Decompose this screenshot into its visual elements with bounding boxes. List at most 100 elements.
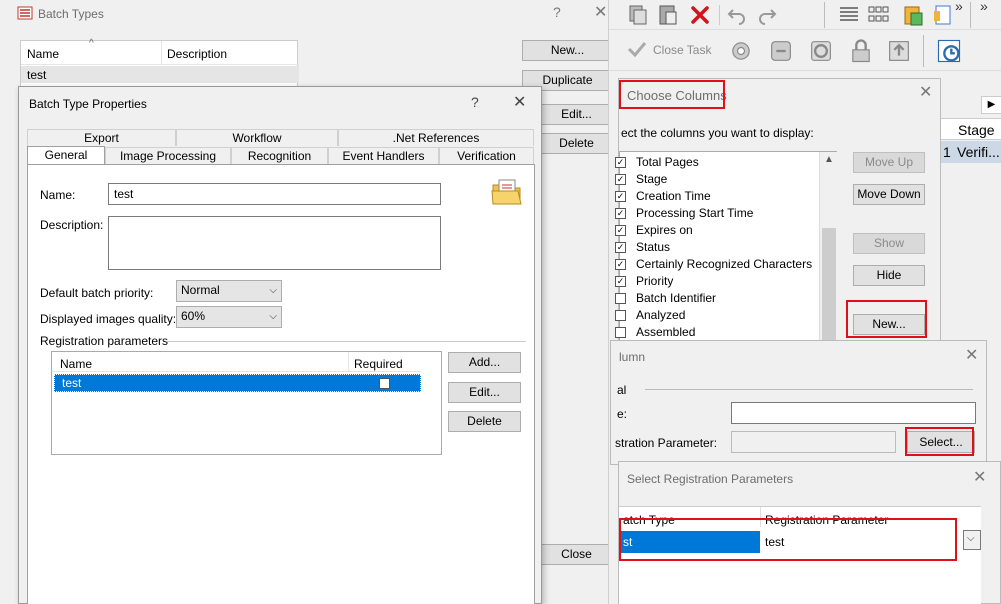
list-item[interactable]: ✓ Stage — [615, 171, 818, 188]
help-button[interactable]: ? — [553, 4, 561, 20]
process-icon[interactable] — [767, 37, 795, 65]
column-checkbox[interactable] — [615, 327, 626, 338]
table-row[interactable]: st test — [619, 531, 981, 553]
list-item[interactable]: Assembled — [615, 324, 818, 341]
move-up-button[interactable]: Move Up — [853, 152, 925, 173]
settings-gear-icon[interactable] — [727, 37, 755, 65]
column-header-name[interactable]: Name — [27, 47, 59, 61]
column-header-description[interactable]: Description — [167, 47, 227, 61]
help-button[interactable]: ? — [471, 94, 479, 110]
schedule-clock-icon[interactable] — [935, 37, 963, 65]
group-divider — [645, 389, 973, 390]
tab-verification[interactable]: Verification — [439, 147, 534, 164]
column-checkbox[interactable] — [615, 310, 626, 321]
table-row[interactable]: test — [21, 66, 299, 83]
column-checkbox[interactable]: ✓ — [615, 225, 626, 236]
list-item[interactable]: ✓ Expires on — [615, 222, 818, 239]
list-item[interactable]: Analyzed — [615, 307, 818, 324]
row-reg-param[interactable]: test — [765, 535, 784, 549]
description-textarea[interactable] — [108, 216, 441, 270]
column-checkbox[interactable]: ✓ — [615, 242, 626, 253]
close-icon[interactable]: ✕ — [919, 85, 932, 101]
clipboard-icon[interactable] — [901, 3, 925, 27]
close-task-label[interactable]: Close Task — [653, 43, 711, 57]
tab-image-processing[interactable]: Image Processing — [105, 147, 231, 164]
toolbar-overflow-icon[interactable]: » — [955, 0, 963, 14]
column-item-label: Status — [636, 240, 671, 254]
show-button[interactable]: Show — [853, 233, 925, 254]
folder-document-icon[interactable] — [490, 177, 524, 207]
list-item[interactable]: ✓ Status — [615, 239, 818, 256]
column-checkbox[interactable]: ✓ — [615, 276, 626, 287]
column-checkbox[interactable] — [615, 293, 626, 304]
priority-select[interactable]: Normal ⌵ — [176, 280, 282, 302]
list-item[interactable]: Batch Identifier — [615, 290, 818, 307]
lock-icon[interactable] — [847, 37, 875, 65]
column-item-label: Creation Time — [636, 189, 711, 203]
close-button[interactable]: Close — [540, 544, 613, 565]
tab-net-references[interactable]: .Net References — [338, 129, 534, 146]
close-icon[interactable]: ✕ — [594, 5, 607, 21]
refresh-icon[interactable] — [807, 37, 835, 65]
scroll-up-icon[interactable]: ▲ — [824, 154, 834, 165]
toolbar-overflow-icon-2[interactable]: » — [980, 0, 988, 14]
tab-event-handlers[interactable]: Event Handlers — [328, 147, 439, 164]
close-icon[interactable]: ✕ — [973, 470, 986, 486]
column-header-name[interactable]: Name — [60, 357, 92, 371]
reg-param-dropdown-button[interactable]: ⌵ — [963, 530, 981, 550]
list-item[interactable]: ✓ Creation Time — [615, 188, 818, 205]
select-button[interactable]: Select... — [907, 431, 975, 453]
tab-general[interactable]: General — [27, 146, 105, 165]
reg-param-input[interactable] — [731, 431, 896, 453]
column-checkbox[interactable]: ✓ — [615, 174, 626, 185]
column-checkbox[interactable]: ✓ — [615, 208, 626, 219]
list-view-icon[interactable] — [837, 3, 861, 27]
quality-select[interactable]: 60% ⌵ — [176, 306, 282, 328]
required-checkbox[interactable] — [379, 378, 390, 389]
close-task-icon[interactable] — [625, 37, 649, 61]
copy-icon[interactable] — [626, 3, 650, 27]
name-input[interactable]: test — [108, 183, 441, 205]
column-checkbox[interactable]: ✓ — [615, 191, 626, 202]
column-checkbox[interactable]: ✓ — [615, 259, 626, 270]
column-header-reg-param[interactable]: Registration Parameter — [765, 513, 888, 527]
redo-icon[interactable] — [755, 3, 779, 27]
table-row[interactable]: test — [54, 374, 421, 392]
column-header-required[interactable]: Required — [354, 357, 403, 371]
move-down-button[interactable]: Move Down — [853, 184, 925, 205]
table-row[interactable]: 1 Verifi... — [939, 141, 1001, 163]
tab-workflow[interactable]: Workflow — [176, 129, 338, 146]
column-checkbox[interactable]: ✓ — [615, 157, 626, 168]
tab-recognition[interactable]: Recognition — [231, 147, 328, 164]
undo-icon[interactable] — [725, 3, 749, 27]
list-item[interactable]: ✓ Priority — [615, 273, 818, 290]
batches-grid-header: Stage — [939, 118, 1001, 140]
scrollbar-thumb[interactable] — [822, 228, 836, 340]
new-column-button[interactable]: New... — [853, 314, 925, 335]
tab-export[interactable]: Export — [27, 129, 176, 146]
list-item[interactable]: ✓ Processing Start Time — [615, 205, 818, 222]
delete-x-icon[interactable] — [688, 3, 712, 27]
close-icon[interactable]: ✕ — [513, 95, 526, 111]
export-icon[interactable] — [885, 37, 913, 65]
edit-param-button[interactable]: Edit... — [448, 382, 521, 403]
grid-scroll-right[interactable]: ▶ — [981, 96, 1001, 114]
close-icon[interactable]: ✕ — [965, 348, 978, 364]
new-button[interactable]: New... — [522, 40, 613, 61]
edit-button[interactable]: Edit... — [540, 104, 613, 125]
column-name-input[interactable] — [731, 402, 976, 424]
list-item[interactable]: ✓ Certainly Recognized Characters — [615, 256, 818, 273]
hide-button[interactable]: Hide — [853, 265, 925, 286]
scrollbar[interactable]: ▲ — [819, 152, 837, 340]
document-icon[interactable] — [931, 3, 955, 27]
thumbnails-icon[interactable] — [866, 3, 890, 27]
delete-button[interactable]: Delete — [540, 133, 613, 154]
column-header-batch-type[interactable]: atch Type — [623, 513, 675, 527]
sort-ascending-icon: ^ — [89, 38, 94, 49]
add-button[interactable]: Add... — [448, 352, 521, 373]
list-item[interactable]: ✓ Total Pages — [615, 154, 818, 171]
delete-param-button[interactable]: Delete — [448, 411, 521, 432]
paste-icon[interactable] — [656, 3, 680, 27]
column-header-stage[interactable]: Stage — [958, 122, 995, 138]
column-dialog: lumn ✕ al e: stration Parameter: Select.… — [610, 340, 987, 465]
